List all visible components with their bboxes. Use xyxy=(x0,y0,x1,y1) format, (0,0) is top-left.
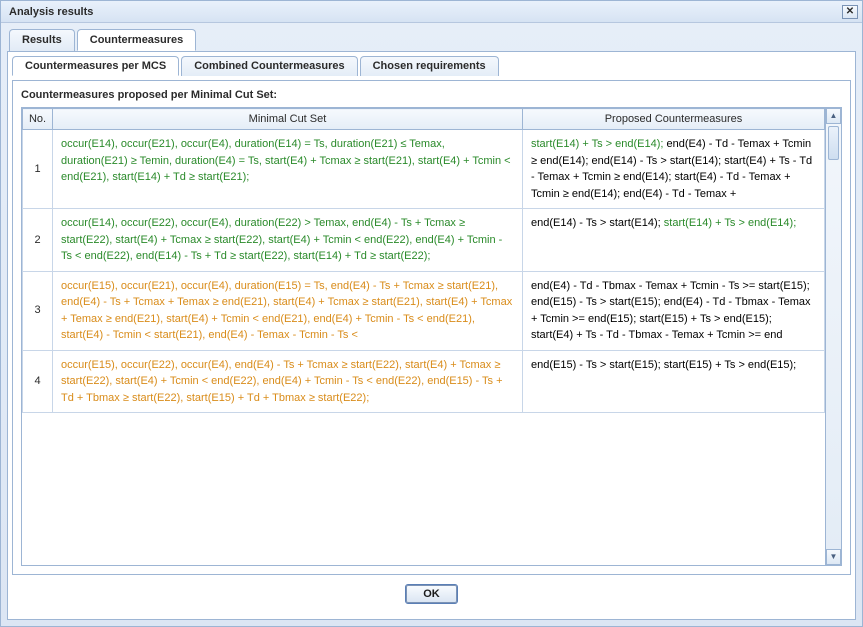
table-row[interactable]: 3occur(E15), occur(E21), occur(E4), dura… xyxy=(23,271,825,350)
close-icon[interactable]: ✕ xyxy=(842,5,858,19)
cell-proposed: end(E14) - Ts > start(E14); start(E14) +… xyxy=(523,209,825,272)
scroll-thumb[interactable] xyxy=(828,126,839,160)
subtab-chosen[interactable]: Chosen requirements xyxy=(360,56,499,76)
cell-no: 4 xyxy=(23,350,53,413)
cell-no: 2 xyxy=(23,209,53,272)
scroll-up-icon[interactable]: ▲ xyxy=(826,108,841,124)
tab-countermeasures[interactable]: Countermeasures xyxy=(77,29,197,51)
table-row[interactable]: 2occur(E14), occur(E22), occur(E4), dura… xyxy=(23,209,825,272)
cell-proposed: end(E15) - Ts > start(E15); start(E15) +… xyxy=(523,350,825,413)
tab-results[interactable]: Results xyxy=(9,29,75,51)
col-proposed[interactable]: Proposed Countermeasures xyxy=(523,109,825,130)
cell-no: 1 xyxy=(23,130,53,209)
subtab-per-mcs[interactable]: Countermeasures per MCS xyxy=(12,56,179,76)
cell-proposed: end(E4) - Td - Tbmax - Temax + Tcmin - T… xyxy=(523,271,825,350)
window-title: Analysis results xyxy=(9,6,842,18)
cell-no: 3 xyxy=(23,271,53,350)
cell-mcs: occur(E15), occur(E21), occur(E4), durat… xyxy=(53,271,523,350)
cell-mcs: occur(E14), occur(E22), occur(E4), durat… xyxy=(53,209,523,272)
sub-tabs: Countermeasures per MCS Combined Counter… xyxy=(12,56,851,76)
section-heading: Countermeasures proposed per Minimal Cut… xyxy=(21,89,842,101)
titlebar: Analysis results ✕ xyxy=(1,1,862,23)
table-row[interactable]: 1occur(E14), occur(E21), occur(E4), dura… xyxy=(23,130,825,209)
countermeasures-table-wrap: No. Minimal Cut Set Proposed Countermeas… xyxy=(21,107,842,566)
vertical-scrollbar[interactable]: ▲ ▼ xyxy=(825,108,841,565)
scroll-down-icon[interactable]: ▼ xyxy=(826,549,841,565)
analysis-results-window: Analysis results ✕ Results Countermeasur… xyxy=(0,0,863,627)
table-row[interactable]: 4occur(E15), occur(E22), occur(E4), end(… xyxy=(23,350,825,413)
cell-mcs: occur(E14), occur(E21), occur(E4), durat… xyxy=(53,130,523,209)
countermeasures-tab-body: Countermeasures per MCS Combined Counter… xyxy=(7,51,856,620)
countermeasures-table: No. Minimal Cut Set Proposed Countermeas… xyxy=(22,108,825,413)
subtab-combined[interactable]: Combined Countermeasures xyxy=(181,56,357,76)
col-no[interactable]: No. xyxy=(23,109,53,130)
main-tabs: Results Countermeasures xyxy=(1,23,862,51)
col-mcs[interactable]: Minimal Cut Set xyxy=(53,109,523,130)
cell-proposed: start(E14) + Ts > end(E14); end(E4) - Td… xyxy=(523,130,825,209)
dialog-footer: OK xyxy=(12,575,851,615)
ok-button[interactable]: OK xyxy=(406,585,457,603)
cell-mcs: occur(E15), occur(E22), occur(E4), end(E… xyxy=(53,350,523,413)
per-mcs-panel: Countermeasures proposed per Minimal Cut… xyxy=(12,80,851,575)
